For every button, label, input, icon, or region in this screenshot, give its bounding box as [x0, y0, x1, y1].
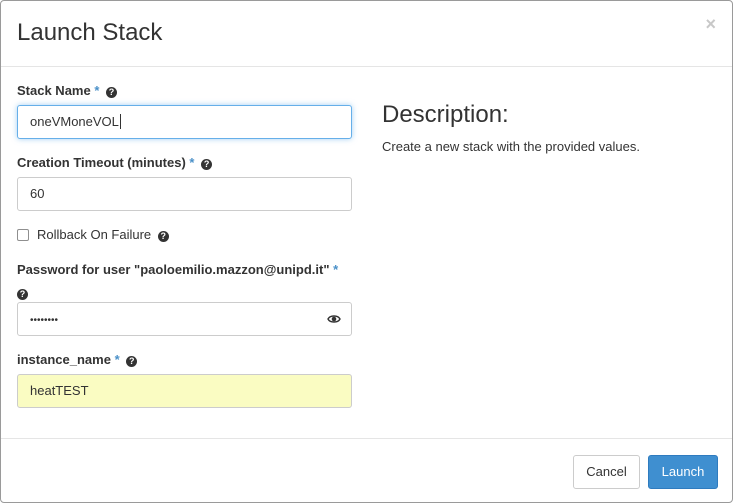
stack-name-value: oneVMoneVOL	[30, 114, 119, 129]
text-caret	[119, 114, 121, 129]
question-circle-icon[interactable]: ?	[157, 231, 169, 242]
description-text: Create a new stack with the provided val…	[382, 139, 640, 154]
password-label: Password for user "paoloemilio.mazzon@un…	[17, 262, 338, 277]
modal-title: Launch Stack	[17, 19, 163, 46]
question-circle-icon[interactable]: ?	[17, 289, 28, 300]
rollback-checkbox[interactable]	[17, 229, 29, 241]
rollback-row: Rollback On Failure ?	[17, 227, 169, 242]
creation-timeout-label-text: Creation Timeout (minutes)	[17, 155, 186, 170]
creation-timeout-input[interactable]: 60	[17, 177, 352, 211]
eye-icon[interactable]	[327, 313, 341, 325]
instance-name-input[interactable]: heatTEST	[17, 374, 352, 408]
password-value: ••••••••	[30, 315, 59, 326]
creation-timeout-value: 60	[30, 186, 45, 201]
required-marker: *	[333, 262, 339, 277]
close-icon[interactable]: ×	[705, 15, 716, 33]
instance-name-label: instance_name * ?	[17, 352, 138, 367]
password-input[interactable]: ••••••••	[17, 302, 352, 336]
stack-name-input[interactable]: oneVMoneVOL	[17, 105, 352, 139]
instance-name-label-text: instance_name	[17, 352, 111, 367]
modal-footer: Cancel Launch	[1, 438, 732, 502]
modal-header: Launch Stack ×	[1, 1, 732, 67]
description-title: Description:	[382, 101, 509, 128]
rollback-label: Rollback On Failure	[37, 227, 152, 242]
launch-stack-modal: Launch Stack × Stack Name * ? oneVMoneVO…	[0, 0, 733, 503]
stack-name-label: Stack Name * ?	[17, 83, 118, 98]
cancel-button[interactable]: Cancel	[573, 455, 640, 489]
question-circle-icon[interactable]: ?	[126, 356, 138, 367]
required-marker: *	[189, 155, 195, 170]
creation-timeout-label: Creation Timeout (minutes) * ?	[17, 155, 213, 170]
password-label-text: Password for user "paoloemilio.mazzon@un…	[17, 262, 330, 277]
stack-name-label-text: Stack Name	[17, 83, 91, 98]
question-circle-icon[interactable]: ?	[201, 159, 213, 170]
launch-button[interactable]: Launch	[648, 455, 718, 489]
required-marker: *	[114, 352, 120, 367]
password-help-row: ?	[17, 285, 28, 300]
instance-name-value: heatTEST	[30, 383, 89, 398]
question-circle-icon[interactable]: ?	[106, 87, 118, 98]
required-marker: *	[94, 83, 100, 98]
